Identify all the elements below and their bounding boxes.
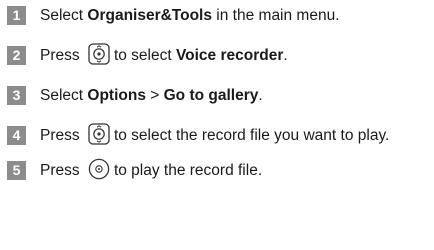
step-text: Press to play the record file.	[40, 159, 262, 180]
step-number: 1	[7, 6, 26, 25]
confirm-key-icon	[88, 158, 110, 180]
navigation-key-icon	[88, 123, 110, 146]
step-text: Select Options > Go to gallery.	[40, 87, 263, 104]
step-text: Press to select Voice recorder.	[40, 43, 288, 66]
instruction-steps: 1 Select Organiser&Tools in the main men…	[7, 5, 427, 181]
step-text: Select Organiser&Tools in the main menu.	[40, 7, 340, 24]
step-4: 4 Press to select the record file you wa…	[7, 123, 427, 146]
step-3: 3 Select Options > Go to gallery.	[7, 85, 427, 106]
navigation-key-icon	[88, 43, 110, 66]
step-1: 1 Select Organiser&Tools in the main men…	[7, 5, 427, 26]
step-2: 2 Press to select Voice recorder.	[7, 43, 427, 66]
step-number: 4	[7, 126, 26, 145]
step-text: Press to select the record file you want…	[40, 123, 389, 146]
step-number: 5	[7, 161, 26, 180]
step-number: 2	[7, 46, 26, 65]
step-5: 5 Press to play the record file.	[7, 159, 427, 181]
step-number: 3	[7, 86, 26, 105]
